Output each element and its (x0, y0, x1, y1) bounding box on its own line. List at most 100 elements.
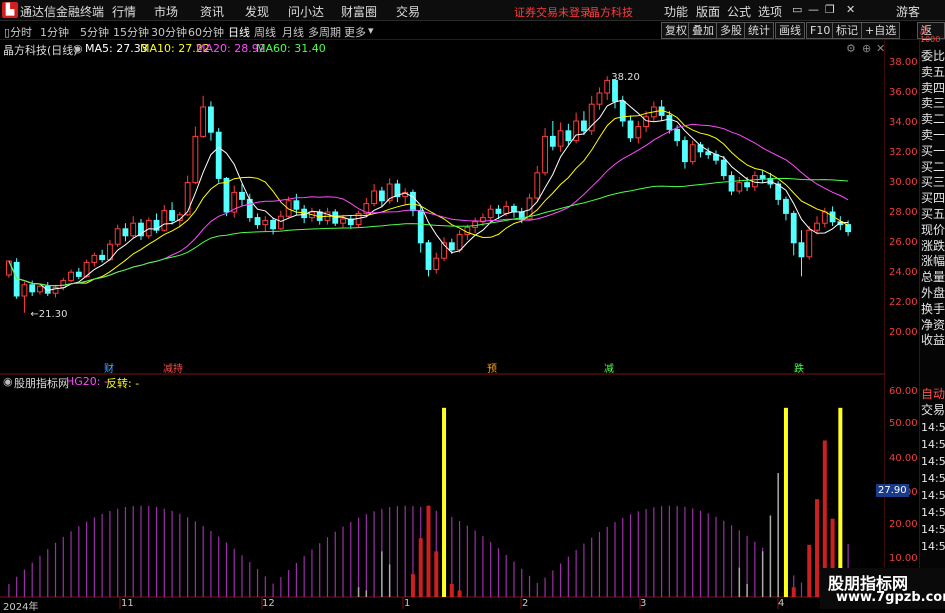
event-marker-reduce[interactable]: 减持 (163, 360, 183, 375)
candle-body (487, 208, 494, 219)
sub-value-bar (777, 473, 779, 597)
candle-body (410, 191, 416, 212)
candle-body (542, 135, 548, 174)
side-tick-time: 14:56 (921, 421, 945, 434)
add-watchlist-button[interactable]: +自选 (861, 22, 901, 39)
side-field-12: 涨跌 (921, 238, 945, 253)
period-tab-timeshare[interactable]: ▯分时 (4, 24, 32, 40)
menu-market-quotes[interactable]: 行情 (112, 3, 136, 20)
side-field-9: 买四 (921, 191, 945, 206)
chevron-down-icon[interactable]: ▾ (368, 24, 374, 37)
period-tab-daily[interactable]: 日线 (228, 24, 250, 40)
candle-body (208, 106, 214, 133)
candle-body (29, 284, 36, 293)
candle-body (130, 222, 137, 237)
side-tick-time: 14:56 (921, 540, 945, 553)
side-tick-time: 14:56 (921, 438, 945, 451)
menu-trade[interactable]: 交易 (396, 3, 420, 20)
side-field-14: 总量 (921, 270, 945, 285)
candle-body (68, 271, 74, 282)
minimize-icon[interactable]: — (808, 3, 819, 16)
period-tab-15min[interactable]: 15分钟 (113, 24, 149, 40)
event-marker-drop[interactable]: 跌 (794, 360, 804, 375)
candle-body (425, 242, 432, 270)
side-field-0: 委比 (921, 49, 945, 63)
menu-function[interactable]: 功能 (664, 3, 688, 20)
side-trade-label[interactable]: 交易 (921, 402, 945, 418)
guest-login[interactable]: 游客 (896, 3, 920, 20)
event-marker-reduce2[interactable]: 减 (604, 360, 614, 375)
candle-body (145, 219, 152, 237)
side-tick-time: 14:56 (921, 472, 945, 485)
sub-value-bar (738, 567, 741, 597)
maximize-icon[interactable]: ❐ (825, 3, 835, 16)
candle-body (223, 177, 230, 213)
period-tab-more[interactable]: 更多 (344, 24, 366, 40)
close-icon[interactable]: ✕ (846, 3, 855, 16)
candle-body (635, 126, 642, 139)
sub-indicator-info: ◉ 股朋指标网 HG20: - 反转: - (0, 375, 880, 390)
kline-chart[interactable]: 38.20 ←21.30 (0, 40, 885, 609)
candle-body (192, 135, 199, 184)
candle-body (277, 215, 284, 230)
candle-body (262, 219, 269, 226)
draw-line-button[interactable]: 画线 (775, 22, 805, 39)
f10-button[interactable]: F10 (806, 22, 835, 39)
sub-indicator-name: 股朋指标网 (14, 377, 69, 390)
y-tick-38: 38.00 (889, 57, 918, 68)
event-marker-finance[interactable]: 财 (104, 360, 114, 375)
candle-body (604, 79, 611, 94)
y-tick-20: 20.00 (889, 327, 918, 338)
candle-body (557, 130, 564, 147)
candle-body (790, 212, 797, 244)
sub-value-bar (791, 587, 796, 597)
event-marker-forecast[interactable]: 预 (487, 360, 497, 375)
period-tab-60min[interactable]: 60分钟 (188, 24, 224, 40)
menu-wenxiaoda[interactable]: 问小达 (288, 3, 324, 20)
menu-news[interactable]: 资讯 (200, 3, 224, 20)
time-label-jan: 1 (404, 598, 411, 609)
restore-icon[interactable]: ▭ (792, 3, 802, 16)
menu-market[interactable]: 市场 (154, 3, 178, 20)
sub-signal-bar (783, 407, 788, 597)
candle-body (91, 254, 98, 263)
side-field-6: 买一 (921, 143, 945, 158)
adjust-button[interactable]: 复权 (661, 22, 691, 39)
sub-value-bar (410, 574, 415, 597)
sub-indicator-icon[interactable]: ◉ (3, 375, 13, 388)
period-tab-weekly[interactable]: 周线 (254, 24, 276, 40)
period-tab-1min[interactable]: 1分钟 (40, 24, 69, 40)
candle-body (759, 175, 766, 179)
period-tab-monthly[interactable]: 月线 (282, 24, 304, 40)
side-auto-label[interactable]: 自动 (921, 386, 945, 402)
low-price-label: ←21.30 (30, 309, 67, 320)
side-field-8: 买三 (921, 175, 945, 190)
candle-body (5, 260, 12, 276)
sub-value-bar (746, 583, 748, 597)
period-tab-30min[interactable]: 30分钟 (151, 24, 187, 40)
sub-value-bar (815, 499, 820, 597)
menu-layout[interactable]: 版面 (696, 3, 720, 20)
candle-body (619, 100, 626, 122)
menu-formula[interactable]: 公式 (727, 3, 751, 20)
menu-options[interactable]: 选项 (758, 3, 782, 20)
overlay-button[interactable]: 叠加 (688, 22, 718, 39)
mark-button[interactable]: 标记 (832, 22, 862, 39)
candle-body (534, 172, 541, 199)
y-tick-24: 24.00 (889, 267, 918, 278)
y-tick-30: 30.00 (889, 177, 918, 188)
candle-body (744, 182, 751, 188)
menu-wealth-circle[interactable]: 财富圈 (341, 3, 377, 20)
candle-body (472, 221, 479, 228)
trade-login-status[interactable]: 证券交易未登录 (514, 4, 591, 20)
candle-body (627, 120, 634, 139)
statistics-button[interactable]: 统计 (744, 22, 774, 39)
sub-value-bar (426, 505, 431, 597)
candle-body (21, 284, 28, 297)
multi-stock-button[interactable]: 多股 (716, 22, 746, 39)
period-tab-5min[interactable]: 5分钟 (80, 24, 109, 40)
menu-discover[interactable]: 发现 (245, 3, 269, 20)
side-field-5: 卖一 (921, 128, 945, 142)
period-tab-multi[interactable]: 多周期 (308, 24, 341, 40)
time-label-apr: 4 (778, 598, 785, 609)
